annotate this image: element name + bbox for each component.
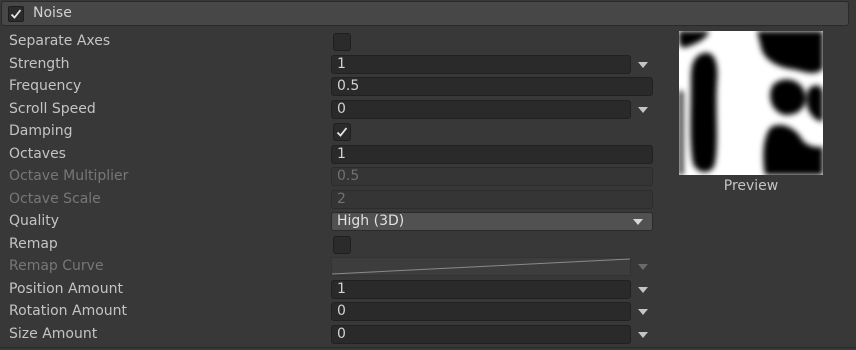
rotation-amount-field[interactable]: 0	[331, 302, 631, 321]
damping-label: Damping	[9, 123, 73, 139]
row-frequency: Frequency 0.5	[0, 75, 660, 97]
chevron-down-icon	[633, 219, 643, 225]
octave-multiplier-field: 0.5	[331, 167, 653, 186]
octave-scale-label: Octave Scale	[9, 191, 101, 207]
remap-curve-label: Remap Curve	[9, 258, 104, 274]
module-title: Noise	[33, 5, 72, 21]
remap-curve-mode-dropdown-icon	[638, 264, 648, 270]
noise-pattern	[679, 31, 823, 175]
quality-dropdown[interactable]: High (3D)	[331, 212, 653, 231]
strength-mode-dropdown-icon[interactable]	[638, 62, 648, 68]
octaves-field[interactable]: 1	[331, 145, 653, 164]
preview-label: Preview	[723, 178, 779, 194]
row-size-amount: Size Amount 0	[0, 323, 660, 345]
bottom-divider	[0, 347, 856, 348]
row-damping: Damping	[0, 120, 660, 142]
octaves-label[interactable]: Octaves	[9, 146, 66, 162]
row-rotation-amount: Rotation Amount 0	[0, 300, 660, 322]
curve-line	[331, 258, 631, 275]
check-icon	[336, 127, 348, 137]
frequency-field[interactable]: 0.5	[331, 77, 653, 96]
position-amount-field[interactable]: 1	[331, 280, 631, 299]
row-quality: Quality High (3D)	[0, 210, 660, 232]
strength-label[interactable]: Strength	[9, 56, 70, 72]
row-position-amount: Position Amount 1	[0, 278, 660, 300]
octave-multiplier-label: Octave Multiplier	[9, 168, 129, 184]
quality-label: Quality	[9, 213, 60, 229]
position-amount-mode-dropdown-icon[interactable]	[638, 287, 648, 293]
row-octaves: Octaves 1	[0, 143, 660, 165]
remap-curve-field	[331, 257, 631, 276]
row-scroll-speed: Scroll Speed 0	[0, 98, 660, 120]
separate-axes-label: Separate Axes	[9, 33, 111, 49]
row-separate-axes: Separate Axes	[0, 30, 660, 52]
noise-preview-image	[679, 31, 823, 175]
row-strength: Strength 1	[0, 53, 660, 75]
row-remap: Remap	[0, 233, 660, 255]
scroll-speed-field[interactable]: 0	[331, 100, 631, 119]
remap-label: Remap	[9, 236, 58, 252]
rotation-amount-mode-dropdown-icon[interactable]	[638, 309, 648, 315]
module-header[interactable]: Noise	[1, 1, 849, 26]
row-octave-multiplier: Octave Multiplier 0.5	[0, 165, 660, 187]
octave-scale-field: 2	[331, 190, 653, 209]
check-icon	[10, 9, 22, 19]
size-amount-label[interactable]: Size Amount	[9, 326, 97, 342]
scroll-speed-label[interactable]: Scroll Speed	[9, 101, 96, 117]
damping-checkbox[interactable]	[333, 123, 351, 141]
row-octave-scale: Octave Scale 2	[0, 188, 660, 210]
strength-field[interactable]: 1	[331, 55, 631, 74]
rotation-amount-label[interactable]: Rotation Amount	[9, 303, 127, 319]
frequency-label[interactable]: Frequency	[9, 78, 81, 94]
separate-axes-checkbox[interactable]	[333, 33, 351, 51]
scroll-speed-mode-dropdown-icon[interactable]	[638, 107, 648, 113]
module-enable-checkbox[interactable]	[8, 6, 24, 22]
quality-value: High (3D)	[337, 213, 405, 229]
row-remap-curve: Remap Curve	[0, 255, 660, 277]
size-amount-field[interactable]: 0	[331, 325, 631, 344]
remap-checkbox[interactable]	[333, 236, 351, 254]
size-amount-mode-dropdown-icon[interactable]	[638, 332, 648, 338]
position-amount-label[interactable]: Position Amount	[9, 281, 123, 297]
